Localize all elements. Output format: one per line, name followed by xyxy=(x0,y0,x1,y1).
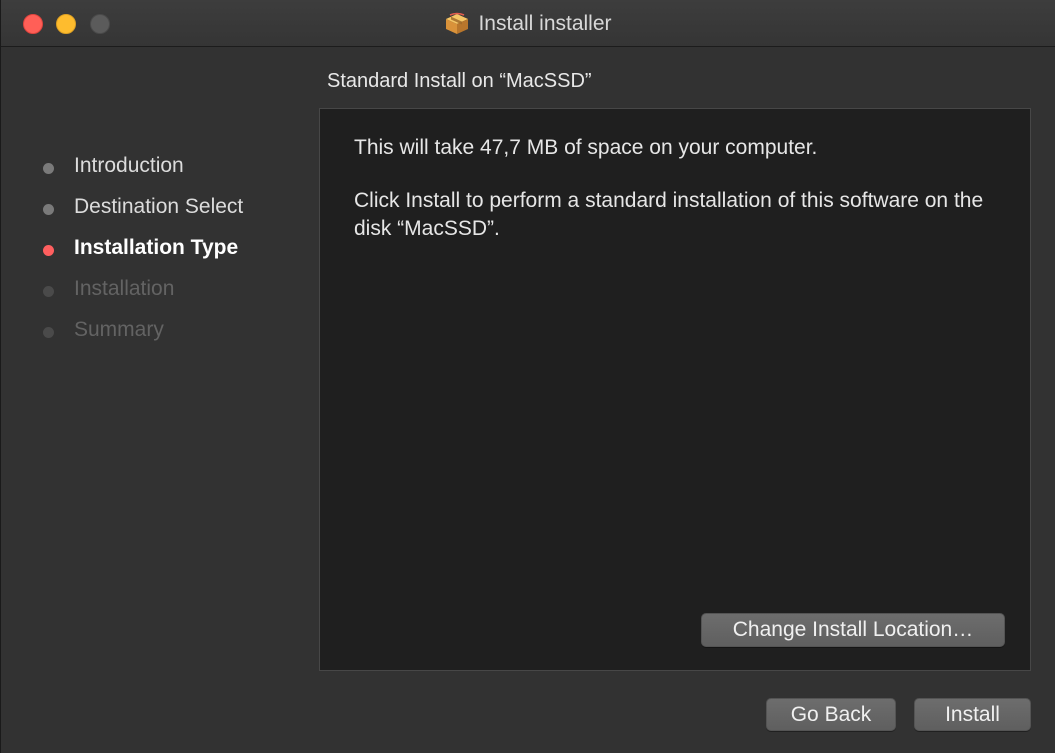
step-summary: Summary xyxy=(39,309,309,350)
install-button[interactable]: Install xyxy=(914,698,1031,731)
step-bullet xyxy=(43,326,54,338)
step-bullet xyxy=(43,162,54,174)
window-title-group: Install installer xyxy=(1,0,1055,47)
window-title: Install installer xyxy=(478,11,612,35)
installer-steps: Introduction Destination Select Installa… xyxy=(39,145,309,350)
step-label: Installation xyxy=(74,276,175,300)
go-back-button[interactable]: Go Back xyxy=(766,698,896,731)
step-bullet xyxy=(43,285,54,297)
package-icon xyxy=(446,12,469,34)
step-installation: Installation xyxy=(39,268,309,309)
step-bullet-current xyxy=(43,244,54,256)
step-destination-select: Destination Select xyxy=(39,186,309,227)
step-installation-type: Installation Type xyxy=(39,227,309,268)
step-introduction: Introduction xyxy=(39,145,309,186)
installer-window: Install installer Standard Install on “M… xyxy=(0,0,1055,753)
step-label: Destination Select xyxy=(74,194,244,218)
step-bullet xyxy=(43,203,54,215)
install-instruction-text: Click Install to perform a standard inst… xyxy=(354,189,984,240)
step-label: Introduction xyxy=(74,153,184,177)
step-label: Summary xyxy=(74,317,164,341)
content-panel: This will take 47,7 MB of space on your … xyxy=(319,108,1031,671)
space-required-text: This will take 47,7 MB of space on your … xyxy=(354,136,818,159)
title-bar[interactable]: Install installer xyxy=(1,0,1055,47)
change-install-location-button[interactable]: Change Install Location… xyxy=(701,613,1005,647)
step-label: Installation Type xyxy=(74,235,239,259)
page-heading: Standard Install on “MacSSD” xyxy=(327,70,592,92)
